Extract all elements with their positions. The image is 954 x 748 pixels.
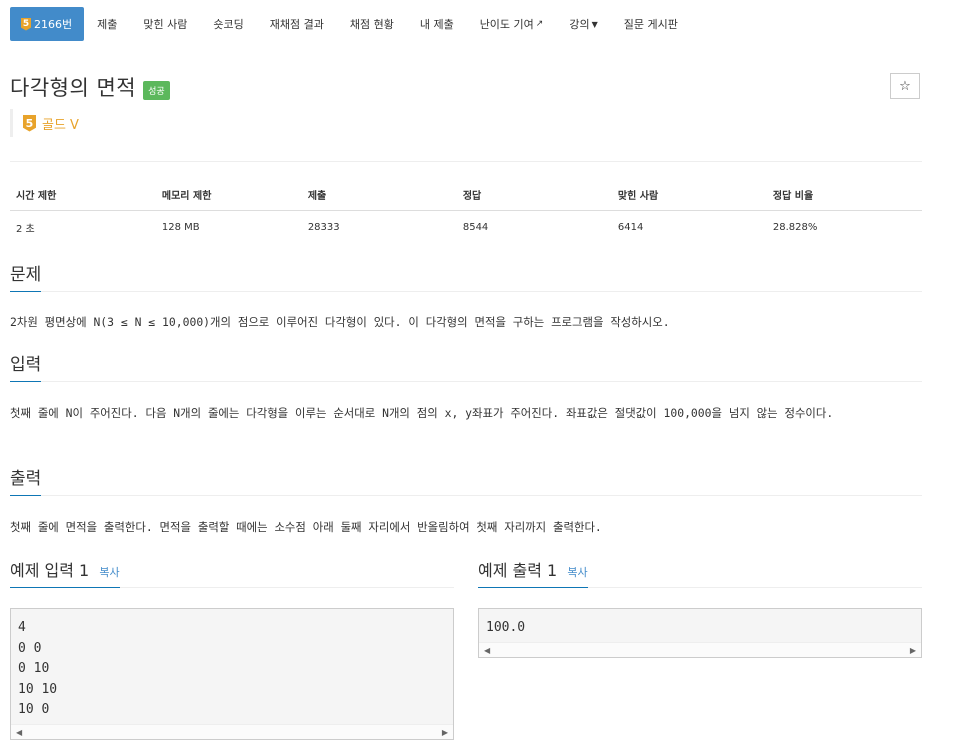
header-submissions: 제출 bbox=[301, 178, 457, 211]
sample-output-box[interactable]: 100.0 ◀ ▶ bbox=[478, 608, 922, 658]
tab-short-coding[interactable]: 숏코딩 bbox=[200, 7, 256, 41]
tab-label: 난이도 기여 bbox=[479, 18, 534, 31]
section-title-input: 입력 bbox=[10, 350, 42, 382]
tab-my-submissions[interactable]: 내 제출 bbox=[407, 7, 467, 41]
caret-down-icon: ▼ bbox=[591, 19, 598, 29]
tab-rejudge-results[interactable]: 재채점 결과 bbox=[257, 7, 337, 41]
output-description: 첫째 줄에 면적을 출력한다. 면적을 출력할 때에는 소수점 아래 둘째 자리… bbox=[10, 520, 602, 534]
gold-tier-icon: 5 bbox=[23, 114, 36, 132]
horizontal-scrollbar[interactable]: ◀ ▶ bbox=[479, 642, 921, 657]
external-link-icon: ↗ bbox=[535, 19, 544, 29]
header-accept-ratio: 정답 비율 bbox=[766, 178, 922, 211]
submissions-value: 28333 bbox=[307, 222, 340, 233]
sample-input-label: 예제 입력 1 bbox=[10, 561, 90, 580]
sample-output-header: 예제 출력 1 복사 bbox=[478, 557, 922, 588]
horizontal-scrollbar[interactable]: ◀ ▶ bbox=[11, 724, 453, 739]
tab-question-board[interactable]: 질문 게시판 bbox=[611, 7, 691, 41]
problem-description: 2차원 평면상에 N(3 ≤ N ≤ 10,000)개의 점으로 이루어진 다각… bbox=[10, 315, 670, 329]
problem-number: 2166번 bbox=[34, 18, 73, 31]
result-badge: 성공 bbox=[143, 80, 170, 100]
tab-submit[interactable]: 제출 bbox=[84, 7, 130, 41]
section-title-sample-input: 예제 입력 1 복사 bbox=[10, 557, 120, 588]
divider bbox=[10, 161, 922, 162]
sample-input-text: 4 0 0 0 10 10 10 10 0 bbox=[18, 620, 58, 717]
time-limit-value: 2 초 bbox=[16, 224, 35, 235]
tab-solved-users[interactable]: 맞힌 사람 bbox=[130, 7, 200, 41]
input-section-header: 입력 bbox=[10, 351, 922, 382]
table-row: 2 초 128 MB 28333 8544 6414 28.828% bbox=[10, 211, 922, 244]
star-icon: ☆ bbox=[899, 78, 911, 94]
output-section-header: 출력 bbox=[10, 465, 922, 496]
sample-output-label: 예제 출력 1 bbox=[478, 561, 558, 580]
solved-users-value: 6414 bbox=[617, 222, 644, 233]
accept-ratio-value: 28.828% bbox=[772, 222, 818, 233]
tab-judge-status[interactable]: 채점 현황 bbox=[337, 7, 407, 41]
problem-header: 다각형의 면적 성공 bbox=[10, 72, 170, 102]
header-accepted: 정답 bbox=[456, 178, 612, 211]
header-time-limit: 시간 제한 bbox=[10, 178, 156, 211]
section-title-problem: 문제 bbox=[10, 260, 42, 292]
scroll-left-icon[interactable]: ◀ bbox=[16, 728, 22, 737]
tab-label: 강의 bbox=[569, 18, 590, 31]
sample-input-header: 예제 입력 1 복사 bbox=[10, 557, 454, 588]
tab-difficulty-contribution[interactable]: 난이도 기여 ↗ bbox=[467, 7, 557, 41]
gold-tier-icon: 5 bbox=[21, 17, 31, 31]
accepted-value: 8544 bbox=[462, 222, 489, 233]
tab-problem[interactable]: 5 2166번 bbox=[10, 7, 85, 41]
tier-label: 골드 V bbox=[42, 117, 79, 133]
scroll-right-icon[interactable]: ▶ bbox=[442, 728, 448, 737]
section-title-sample-output: 예제 출력 1 복사 bbox=[478, 557, 588, 588]
sample-output-text: 100.0 bbox=[486, 620, 526, 635]
scroll-left-icon[interactable]: ◀ bbox=[484, 646, 490, 655]
problem-nav: 5 2166번 제출 맞힌 사람 숏코딩 재채점 결과 채점 현황 내 제출 난… bbox=[10, 7, 924, 41]
scroll-right-icon[interactable]: ▶ bbox=[910, 646, 916, 655]
problem-info-table: 시간 제한 메모리 제한 제출 정답 맞힌 사람 정답 비율 2 초 128 M… bbox=[10, 178, 922, 243]
copy-sample-input-button[interactable]: 복사 bbox=[99, 566, 119, 579]
problem-tier: 5 골드 V bbox=[10, 109, 79, 137]
header-solved-users: 맞힌 사람 bbox=[611, 178, 767, 211]
copy-sample-output-button[interactable]: 복사 bbox=[567, 566, 587, 579]
problem-title: 다각형의 면적 bbox=[10, 76, 137, 100]
memory-limit-value: 128 MB bbox=[161, 222, 200, 233]
sample-input-box[interactable]: 4 0 0 0 10 10 10 10 0 ◀ ▶ bbox=[10, 608, 454, 740]
tab-lectures[interactable]: 강의 ▼ bbox=[556, 7, 610, 41]
header-memory-limit: 메모리 제한 bbox=[155, 178, 302, 211]
favorite-star-button[interactable]: ☆ bbox=[890, 73, 920, 99]
problem-section-header: 문제 bbox=[10, 261, 922, 292]
section-title-output: 출력 bbox=[10, 464, 42, 496]
table-header-row: 시간 제한 메모리 제한 제출 정답 맞힌 사람 정답 비율 bbox=[10, 178, 922, 211]
input-description: 첫째 줄에 N이 주어진다. 다음 N개의 줄에는 다각형을 이루는 순서대로 … bbox=[10, 406, 834, 420]
